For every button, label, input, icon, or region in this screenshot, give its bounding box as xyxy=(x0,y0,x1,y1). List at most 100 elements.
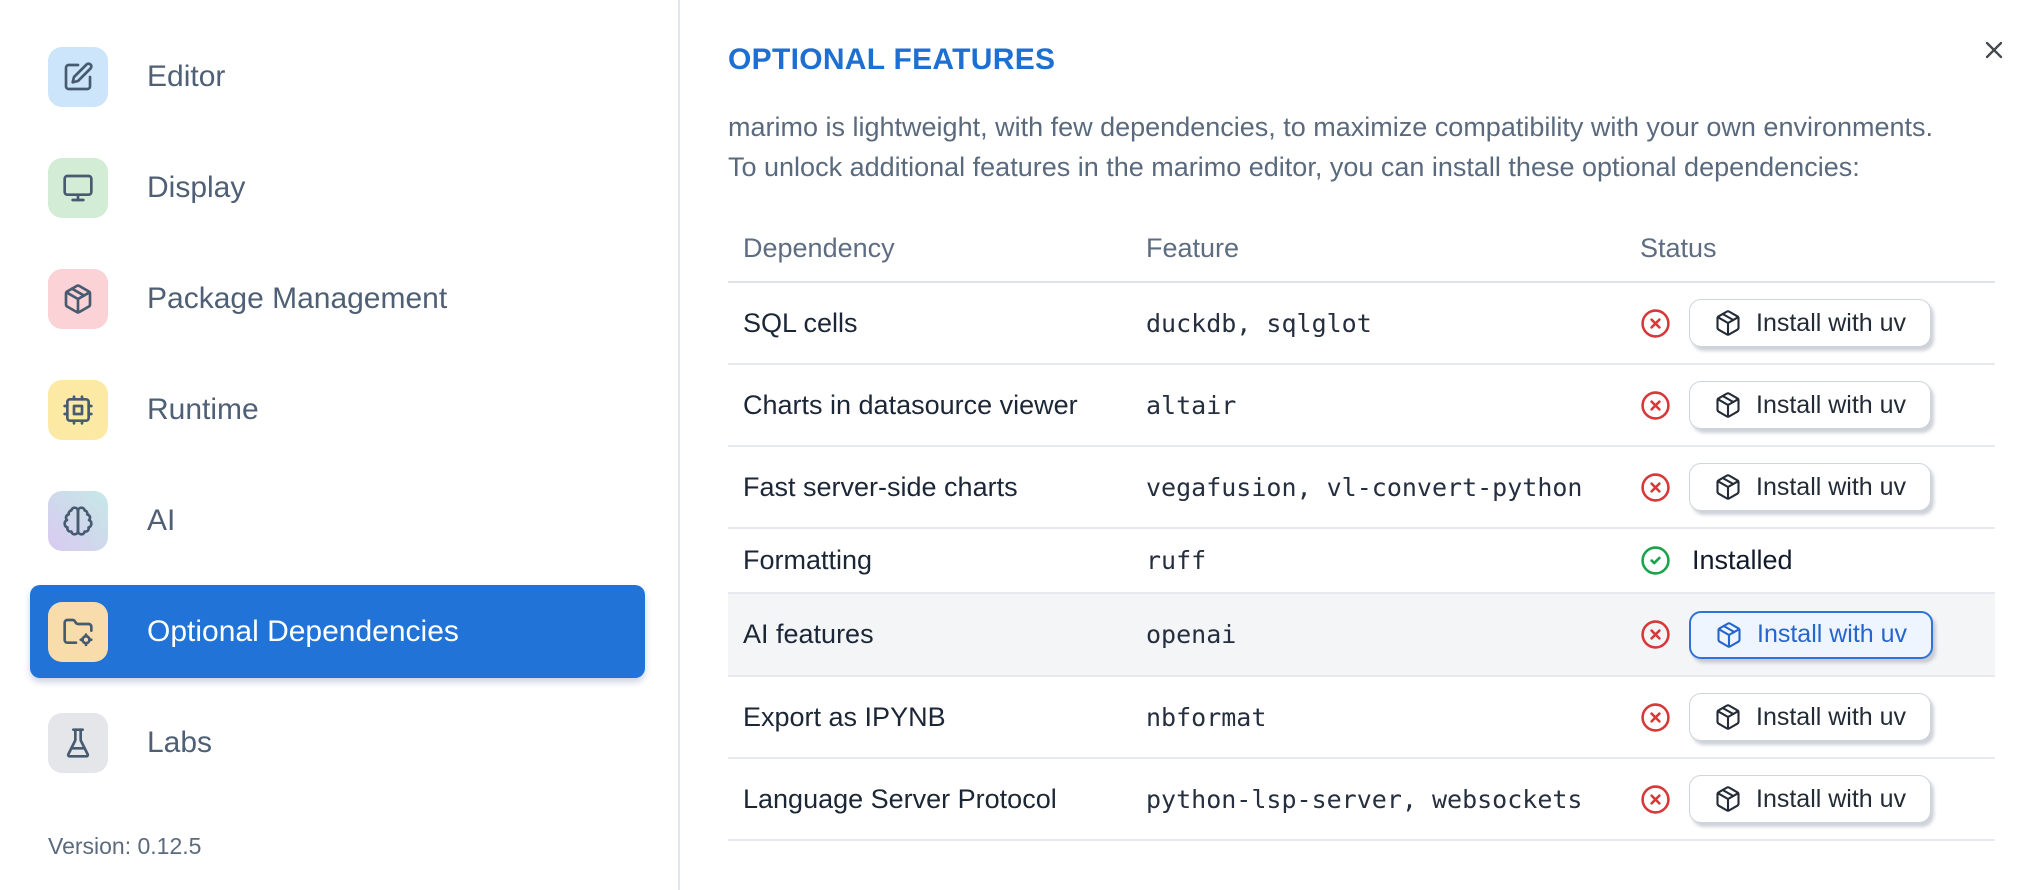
dependency-cell: SQL cells xyxy=(743,307,858,338)
status-cell: Install with uv xyxy=(1640,610,1995,659)
sidebar-item-label: AI xyxy=(147,503,176,537)
feature-cell: openai xyxy=(1146,620,1237,649)
page-title: OPTIONAL FEATURES xyxy=(728,43,1056,76)
sidebar-item-label: Package Management xyxy=(147,281,448,315)
circle-check-icon xyxy=(1641,546,1670,575)
edit-icon xyxy=(64,61,93,90)
install-button-label: Install with uv xyxy=(1756,308,1907,337)
package-icon xyxy=(1716,392,1740,418)
install-button-label: Install with uv xyxy=(1756,390,1907,419)
install-with-uv-button[interactable]: Install with uv xyxy=(1689,610,1934,659)
status-cell: Installed xyxy=(1640,545,1995,576)
header-feature: Feature xyxy=(1146,233,1240,263)
install-button-label: Install with uv xyxy=(1756,784,1907,813)
table-row: Language Server Protocol python-lsp-serv… xyxy=(728,759,1995,841)
install-with-uv-button[interactable]: Install with uv xyxy=(1689,693,1932,741)
close-icon xyxy=(1985,41,2003,59)
table-row: SQL cells duckdb, sqlglot Install with u… xyxy=(728,283,1995,365)
table-row: Formatting ruff Installed xyxy=(728,529,1995,594)
feature-cell: altair xyxy=(1146,390,1237,420)
table-body: SQL cells duckdb, sqlglot Install with u… xyxy=(728,283,1995,841)
circle-x-icon xyxy=(1641,620,1670,649)
sidebar-item-label: Editor xyxy=(147,59,226,93)
package-icon xyxy=(1716,474,1740,500)
circle-x-icon xyxy=(1641,784,1670,814)
sidebar-item-ai[interactable]: AI xyxy=(30,474,645,567)
close-button[interactable] xyxy=(1974,30,2014,70)
status-cell: Install with uv xyxy=(1640,381,1995,429)
cpu-icon-tile xyxy=(48,379,108,440)
dependency-cell: Language Server Protocol xyxy=(743,783,1057,814)
package-icon xyxy=(64,283,92,314)
sidebar-item-label: Optional Dependencies xyxy=(147,614,459,648)
dependency-cell: Formatting xyxy=(743,545,873,575)
install-button-label: Install with uv xyxy=(1756,472,1907,501)
sidebar-item-package-management[interactable]: Package Management xyxy=(30,252,645,345)
sidebar-item-optional-dependencies[interactable]: Optional Dependencies xyxy=(30,585,645,678)
table-row: AI features openai Install with uv xyxy=(728,594,1995,677)
table-row: Fast server-side charts vegafusion, vl-c… xyxy=(728,447,1995,529)
install-button-label: Install with uv xyxy=(1756,702,1907,731)
feature-cell: duckdb, sqlglot xyxy=(1146,308,1372,338)
sidebar-item-runtime[interactable]: Runtime xyxy=(30,363,645,456)
optional-features-panel: OPTIONAL FEATURES marimo is lightweight,… xyxy=(682,0,2042,890)
feature-cell: ruff xyxy=(1146,546,1207,575)
panel-description: marimo is lightweight, with few dependen… xyxy=(728,108,2042,187)
sidebar-item-label: Runtime xyxy=(147,392,259,426)
installed-label: Installed xyxy=(1692,545,1793,575)
feature-cell: python-lsp-server, websockets xyxy=(1146,784,1583,814)
dependency-cell: AI features xyxy=(743,619,874,649)
circle-x-icon xyxy=(1641,702,1670,732)
feature-cell: nbformat xyxy=(1146,702,1267,732)
package-icon xyxy=(1716,786,1740,812)
package-icon xyxy=(1717,621,1741,648)
table-row: Charts in datasource viewer altair Insta… xyxy=(728,365,1995,447)
sidebar-item-editor[interactable]: Editor xyxy=(30,30,645,123)
status-cell: Install with uv xyxy=(1640,463,1995,511)
table-header-row: Dependency Feature Status xyxy=(728,216,1995,283)
brain-icon xyxy=(63,505,93,536)
install-with-uv-button[interactable]: Install with uv xyxy=(1689,299,1932,347)
cpu-icon xyxy=(63,394,93,425)
circle-x-icon xyxy=(1640,702,1671,733)
dependency-cell: Fast server-side charts xyxy=(743,471,1018,502)
description-line-2: To unlock additional features in the mar… xyxy=(728,151,1860,182)
dependency-cell: Export as IPYNB xyxy=(743,701,946,732)
circle-x-icon xyxy=(1641,472,1670,502)
dependencies-table: Dependency Feature Status SQL cells duck… xyxy=(728,216,1995,841)
monitor-icon xyxy=(63,174,93,201)
brain-icon-tile xyxy=(48,490,108,551)
folder-cog-icon-tile xyxy=(48,601,108,662)
circle-x-icon xyxy=(1640,472,1671,503)
install-with-uv-button[interactable]: Install with uv xyxy=(1689,381,1932,429)
circle-x-icon xyxy=(1641,390,1670,420)
install-with-uv-button[interactable]: Install with uv xyxy=(1689,775,1932,823)
circle-check-icon xyxy=(1640,545,1671,576)
package-icon xyxy=(1716,704,1740,730)
flask-icon-tile xyxy=(48,712,108,773)
status-cell: Install with uv xyxy=(1640,775,1995,823)
monitor-icon-tile xyxy=(48,157,108,218)
sidebar-nav: Editor Display Package Management Runtim… xyxy=(30,30,645,789)
package-icon-tile xyxy=(48,268,108,329)
edit-icon-tile xyxy=(48,46,108,107)
install-with-uv-button[interactable]: Install with uv xyxy=(1689,463,1932,511)
feature-cell: vegafusion, vl-convert-python xyxy=(1146,472,1583,502)
install-button-label: Install with uv xyxy=(1757,620,1908,648)
sidebar-item-labs[interactable]: Labs xyxy=(30,696,645,789)
circle-x-icon xyxy=(1640,308,1671,339)
sidebar-item-label: Display xyxy=(147,170,246,204)
circle-x-icon xyxy=(1640,390,1671,421)
folder-cog-icon xyxy=(63,618,93,646)
circle-x-icon xyxy=(1640,619,1671,650)
circle-x-icon xyxy=(1640,784,1671,815)
status-cell: Install with uv xyxy=(1640,693,1995,741)
sidebar-item-label: Labs xyxy=(147,725,213,759)
sidebar-item-display[interactable]: Display xyxy=(30,141,645,234)
version-label: Version: 0.12.5 xyxy=(48,833,202,859)
package-icon xyxy=(1716,310,1740,336)
flask-icon xyxy=(66,727,90,758)
settings-dialog: Editor Display Package Management Runtim… xyxy=(0,0,2042,890)
dependency-cell: Charts in datasource viewer xyxy=(743,389,1078,420)
status-cell: Install with uv xyxy=(1640,299,1995,347)
